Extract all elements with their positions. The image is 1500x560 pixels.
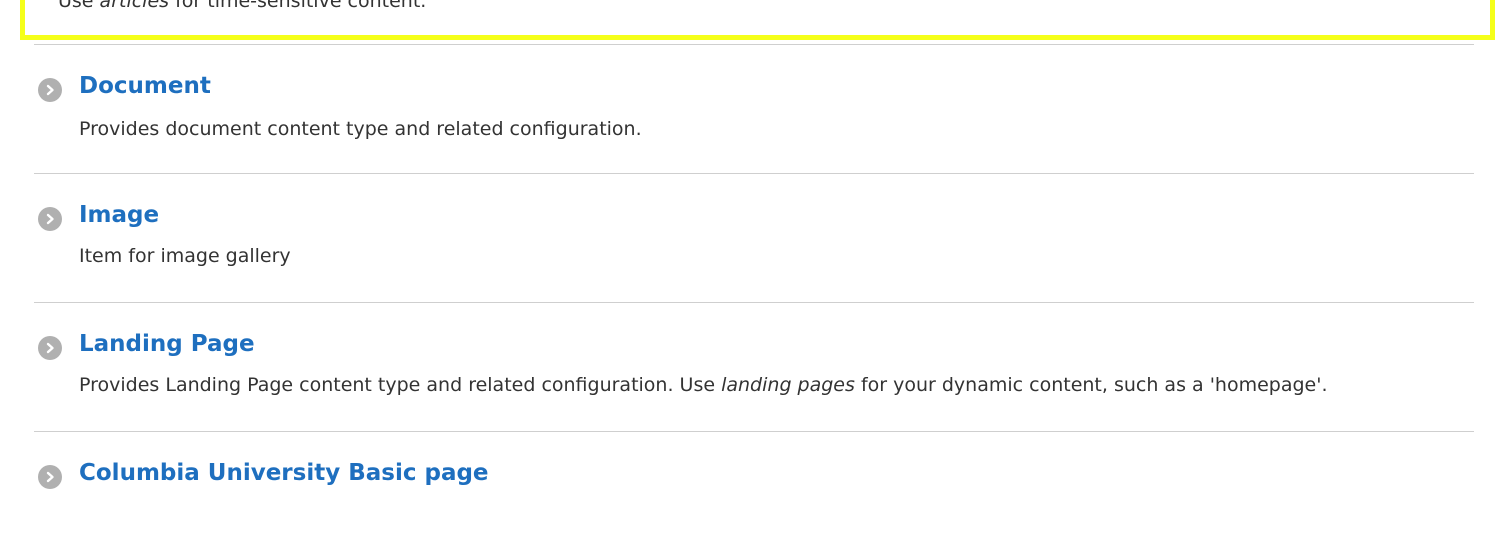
content-type-link-image[interactable]: Image	[79, 202, 159, 228]
content-type-list: Document Provides document content type …	[34, 44, 1474, 560]
list-item: Document Provides document content type …	[34, 45, 1474, 173]
list-item: Landing Page Provides Landing Page conte…	[34, 303, 1474, 431]
content-type-link-columbia-basic-page[interactable]: Columbia University Basic page	[79, 460, 489, 486]
content-type-description: Provides document content type and relat…	[79, 118, 642, 140]
highlighted-item-description: Use articles for time-sensitive content.	[58, 0, 427, 12]
content-type-link-document[interactable]: Document	[79, 73, 211, 99]
list-item: Columbia University Basic page	[34, 432, 1474, 560]
content-type-description: Provides Landing Page content type and r…	[79, 374, 1328, 396]
chevron-right-circle-icon	[38, 207, 62, 231]
chevron-right-circle-icon	[38, 465, 62, 489]
content-type-link-landing-page[interactable]: Landing Page	[79, 331, 255, 357]
chevron-right-circle-icon	[38, 336, 62, 360]
chevron-right-circle-icon	[38, 78, 62, 102]
list-item: Image Item for image gallery	[34, 174, 1474, 302]
content-type-description: Item for image gallery	[79, 245, 291, 267]
